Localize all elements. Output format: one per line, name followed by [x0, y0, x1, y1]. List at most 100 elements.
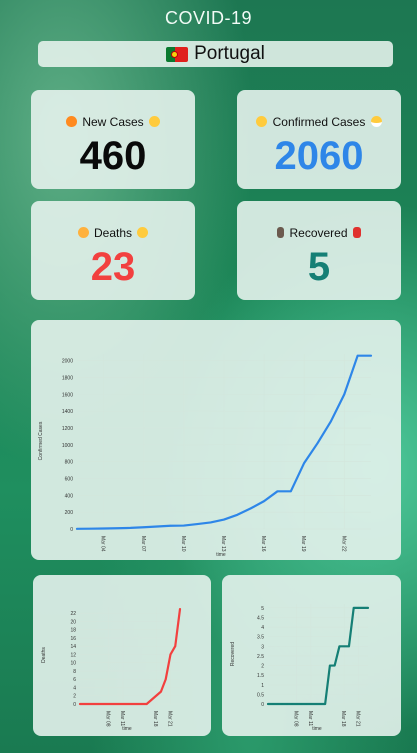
recovered-value: 5 — [307, 245, 331, 289]
data-point — [300, 703, 303, 705]
y-tick-label: 0 — [70, 527, 73, 533]
y-axis-label: Recovered — [230, 642, 236, 666]
data-point — [276, 703, 279, 705]
y-tick-label: 1000 — [62, 443, 73, 449]
y-tick-label: 1.5 — [257, 673, 264, 679]
data-point — [319, 703, 322, 705]
data-point — [316, 442, 319, 444]
y-tick-label: 600 — [65, 477, 74, 483]
data-point — [249, 507, 252, 510]
data-point — [356, 354, 359, 357]
x-axis-label: time — [216, 552, 226, 558]
data-point — [136, 703, 138, 705]
y-tick-label: 14 — [70, 644, 76, 650]
data-point — [333, 664, 336, 667]
data-point — [174, 645, 177, 648]
x-tick-label: Mar 04 — [100, 536, 106, 552]
new-cases-card: New Cases 460 — [31, 90, 195, 189]
y-tick-label: 18 — [70, 628, 76, 634]
data-point — [102, 527, 105, 530]
data-point — [160, 690, 162, 693]
data-point — [143, 526, 145, 529]
x-tick-label: Mar 10 — [180, 536, 186, 552]
data-point — [343, 645, 345, 648]
data-point — [83, 703, 86, 705]
data-point — [112, 703, 115, 705]
deaths-card: Deaths 23 — [31, 201, 195, 300]
y-tick-label: 0 — [73, 702, 76, 708]
deaths-chart-card: 0 2 4 6 8 10 12 14 16 18 20 22 Mar 08 Mar 11 Mar 18 Mar… — [33, 575, 211, 736]
country-selector[interactable]: Portugal — [38, 41, 393, 67]
x-tick-label: Mar 18 — [152, 711, 158, 727]
y-tick-label: 20 — [70, 619, 76, 625]
new-cases-value: 460 — [79, 134, 147, 178]
x-tick-label: Mar 16 — [260, 536, 266, 552]
data-point — [76, 528, 78, 530]
data-point — [150, 699, 153, 701]
deaths-chart: 0 2 4 6 8 10 12 14 16 18 20 22 Mar 08 Mar 11 Mar 18 Mar… — [41, 607, 182, 732]
data-point — [183, 524, 185, 527]
data-point — [169, 653, 172, 656]
y-tick-label: 22 — [70, 611, 76, 617]
data-point — [169, 524, 172, 527]
data-point — [263, 500, 265, 502]
data-point — [305, 703, 307, 705]
data-point — [103, 703, 105, 705]
x-tick-label: Mar 07 — [140, 536, 146, 552]
data-point — [93, 703, 96, 705]
data-point — [209, 521, 212, 524]
data-point — [179, 608, 181, 610]
portugal-flag-icon — [166, 46, 189, 62]
data-point — [236, 513, 239, 516]
new-cases-label: New Cases — [82, 115, 144, 129]
data-point — [129, 527, 132, 529]
data-point — [314, 703, 317, 705]
data-point — [164, 678, 167, 681]
data-point — [141, 703, 143, 705]
x-tick-label: Mar 13 — [220, 536, 226, 552]
y-tick-label: 1 — [261, 683, 264, 689]
data-point — [156, 525, 158, 528]
x-axis-label: time — [122, 726, 132, 732]
y-tick-label: 4.5 — [257, 615, 264, 621]
y-axis-label: Confirmed Cases — [38, 421, 44, 460]
x-tick-label: Mar 08 — [105, 711, 111, 727]
deaths-label-row: Deaths — [31, 226, 195, 240]
y-tick-label: 1200 — [62, 426, 73, 432]
x-tick-label: Mar 11 — [307, 711, 313, 726]
y-tick-label: 2 — [73, 694, 76, 700]
x-tick-label: Mar 19 — [300, 536, 306, 552]
y-tick-label: 1600 — [62, 392, 73, 398]
data-point — [290, 490, 292, 493]
series-line — [78, 607, 182, 706]
data-point — [281, 703, 284, 705]
data-point — [286, 703, 288, 705]
data-point — [267, 703, 269, 705]
data-point — [117, 703, 119, 705]
confirmed-chart-card: 0 200 400 600 800 1000 1200 1400 1600 1800 2000 Mar… — [31, 320, 401, 560]
sick-face-icon — [256, 116, 268, 127]
y-tick-label: 10 — [70, 661, 76, 667]
x-tick-label: Mar 18 — [340, 711, 346, 727]
data-point — [329, 664, 331, 667]
y-tick-label: 400 — [65, 493, 74, 499]
country-name: Portugal — [194, 43, 265, 64]
sad-face-icon — [77, 227, 89, 238]
recovered-chart-card: 0 0.5 1 1.5 2 2.5 3 3.5 4 4.5 5 Mar 08 Mar 11 Mar 18 M… — [222, 575, 401, 736]
y-tick-label: 1400 — [62, 409, 73, 415]
recovered-card: Recovered 5 — [237, 201, 401, 300]
y-tick-label: 0 — [261, 702, 264, 708]
y-tick-label: 6 — [73, 677, 76, 683]
data-point — [343, 393, 346, 396]
x-tick-label: Mar 08 — [293, 711, 299, 727]
data-point — [324, 703, 326, 705]
new-cases-label-row: New Cases — [31, 115, 195, 129]
y-tick-label: 800 — [65, 460, 74, 466]
data-point — [295, 703, 298, 705]
x-tick-label: Mar 22 — [340, 536, 346, 552]
y-tick-label: 3 — [261, 644, 264, 650]
confirmed-label: Confirmed Cases — [272, 115, 366, 129]
recovered-label-row: Recovered — [237, 226, 401, 240]
data-point — [357, 607, 360, 609]
confirmed-cases-chart: 0 200 400 600 800 1000 1200 1400 1600 1800 2000 Mar… — [38, 354, 373, 558]
